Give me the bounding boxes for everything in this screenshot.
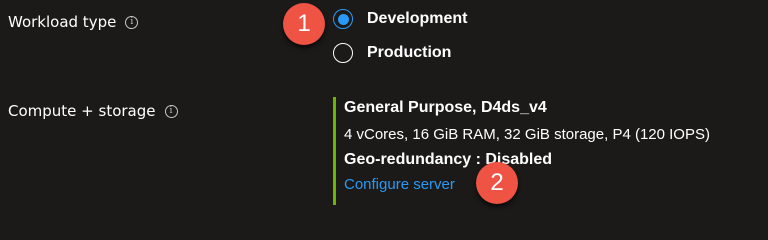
summary-accent-bar [333,97,336,205]
radio-production-label[interactable]: Production [367,44,451,62]
compute-storage-label-row: Compute + storage i [8,102,178,120]
radio-production[interactable]: Production [333,43,451,63]
radio-development[interactable]: Development [333,9,467,29]
workload-type-label: Workload type [8,13,117,31]
summary-title: General Purpose, D4ds_v4 [344,99,547,116]
step-1-badge: 1 [283,3,325,45]
radio-unselected-icon[interactable] [333,43,353,63]
step-2-badge: 2 [476,162,518,204]
info-icon[interactable]: i [164,104,178,118]
configure-server-link[interactable]: Configure server [344,176,455,193]
compute-storage-label: Compute + storage [8,102,156,120]
info-icon[interactable]: i [125,15,139,29]
workload-type-label-row: Workload type i [8,13,139,31]
radio-dot-icon [337,13,349,25]
geo-redundancy-status: Geo-redundancy : Disabled [344,151,553,168]
radio-development-label[interactable]: Development [367,10,467,28]
server-config-panel: Workload type i Development Production C… [0,0,768,210]
summary-specs: 4 vCores, 16 GiB RAM, 32 GiB storage, P4… [344,126,710,143]
radio-selected-icon[interactable] [333,9,353,29]
